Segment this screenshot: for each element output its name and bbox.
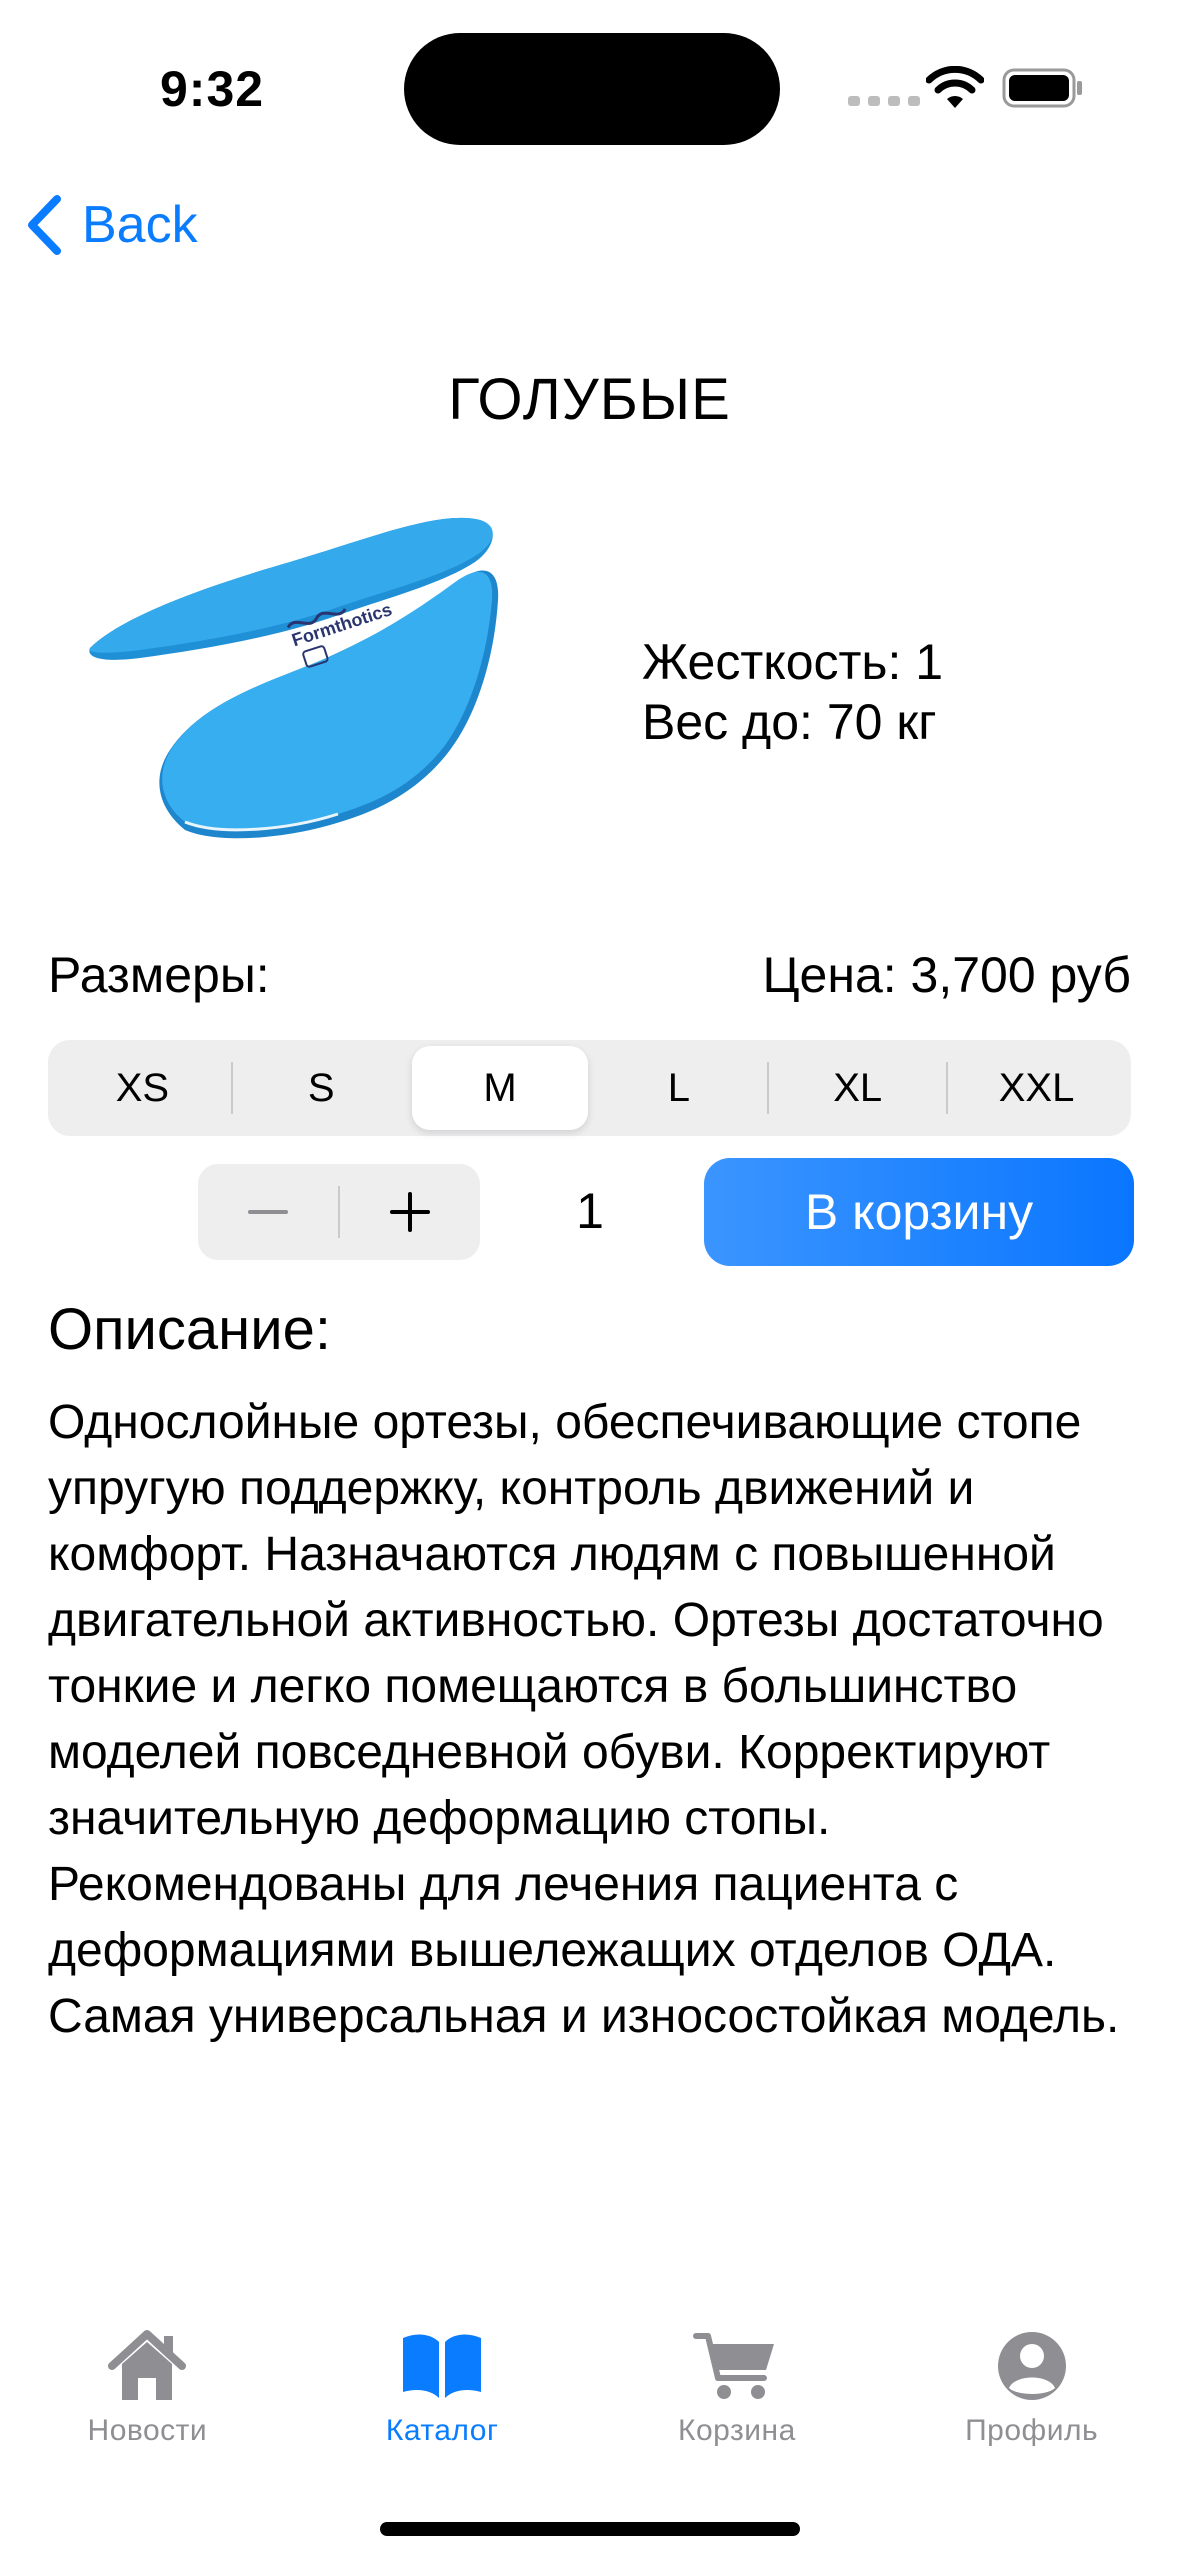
- sizes-label: Размеры:: [48, 947, 270, 1003]
- home-indicator: [380, 2522, 800, 2536]
- size-option-xxl[interactable]: XXL: [948, 1046, 1125, 1130]
- product-title: ГОЛУБЫЕ: [448, 367, 731, 432]
- size-selector: XS S M L XL XXL: [48, 1040, 1131, 1136]
- size-option-l[interactable]: L: [590, 1046, 767, 1130]
- house-icon: [108, 2330, 187, 2400]
- quantity-stepper: [198, 1164, 480, 1260]
- tab-news-label: Новости: [87, 2414, 208, 2447]
- book-icon: [403, 2334, 482, 2398]
- tab-profile-label: Профиль: [965, 2414, 1099, 2447]
- size-option-xl[interactable]: XL: [769, 1046, 946, 1130]
- size-option-xs[interactable]: XS: [54, 1046, 231, 1130]
- battery-icon: [1002, 68, 1082, 108]
- description-text: Однослойные ортезы, обеспечивающие стопе…: [48, 1396, 1120, 2043]
- product-specs: Жесткость: 1 Вес до: 70 кг: [642, 632, 943, 752]
- product-image: Formthotics: [89, 517, 499, 839]
- size-option-m[interactable]: M: [411, 1046, 589, 1130]
- size-option-s[interactable]: S: [233, 1046, 410, 1130]
- person-icon: [997, 2332, 1066, 2400]
- tab-bar: Новости Каталог Корзина Профиль: [0, 2318, 1179, 2478]
- chevron-left-icon: [28, 195, 61, 255]
- quantity-value: 1: [576, 1183, 604, 1239]
- stiffness-label: Жесткость: 1: [642, 634, 944, 690]
- cellular-signal-icon: [848, 96, 920, 106]
- cart-icon: [692, 2333, 774, 2399]
- back-label: Back: [82, 196, 198, 254]
- tab-profile[interactable]: Профиль: [884, 2318, 1179, 2478]
- add-to-cart-label: В корзину: [804, 1184, 1034, 1240]
- tab-catalog-label: Каталог: [385, 2414, 499, 2447]
- tab-catalog[interactable]: Каталог: [295, 2318, 590, 2478]
- tab-news[interactable]: Новости: [0, 2318, 295, 2478]
- wifi-icon: [926, 66, 984, 108]
- price-label: Цена: 3,700 руб: [762, 947, 1131, 1003]
- status-time: 9:32: [160, 61, 265, 117]
- tab-cart-label: Корзина: [677, 2414, 796, 2447]
- increment-button[interactable]: [340, 1164, 480, 1260]
- dynamic-island: [404, 33, 780, 145]
- plus-icon: [390, 1192, 430, 1232]
- add-to-cart-button[interactable]: В корзину: [704, 1158, 1134, 1266]
- decrement-button[interactable]: [198, 1164, 338, 1260]
- description-heading: Описание:: [48, 1297, 331, 1362]
- weight-label: Вес до: 70 кг: [642, 694, 937, 750]
- back-button[interactable]: Back: [24, 194, 198, 256]
- minus-icon: [248, 1210, 288, 1214]
- tab-cart[interactable]: Корзина: [590, 2318, 885, 2478]
